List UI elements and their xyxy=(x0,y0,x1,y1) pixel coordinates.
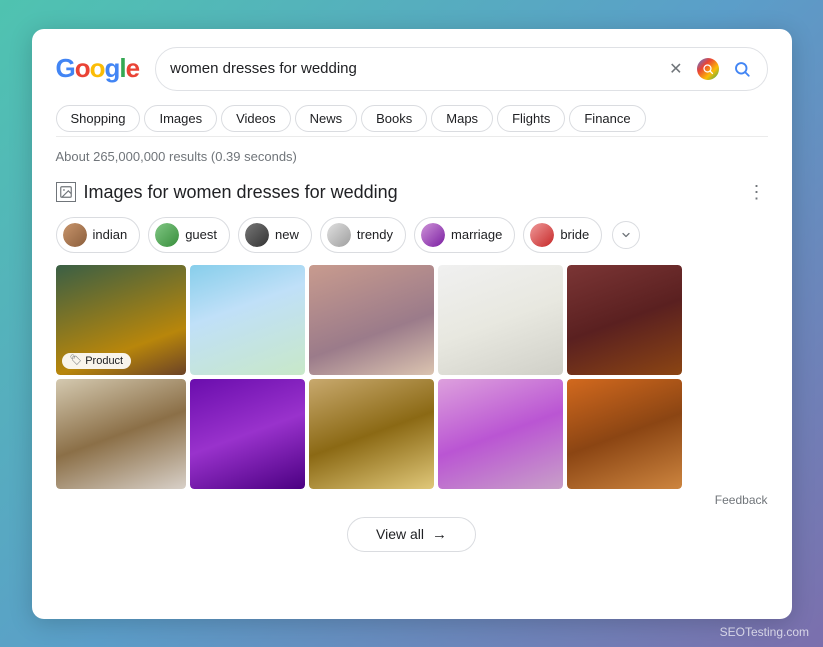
tab-books[interactable]: Books xyxy=(361,105,427,132)
search-input[interactable] xyxy=(170,60,659,77)
chips-expand-button[interactable] xyxy=(612,221,640,249)
tab-finance[interactable]: Finance xyxy=(569,105,645,132)
chip-guest[interactable]: guest xyxy=(148,217,230,253)
lens-icon xyxy=(697,58,719,80)
chip-trendy-avatar xyxy=(327,223,351,247)
images-section: Images for women dresses for wedding ⋮ i… xyxy=(56,180,768,552)
image-thumb-3[interactable] xyxy=(309,265,434,375)
chip-indian[interactable]: indian xyxy=(56,217,141,253)
product-badge-text: Product xyxy=(85,355,123,367)
chip-marriage-avatar xyxy=(421,223,445,247)
tab-shopping[interactable]: Shopping xyxy=(56,105,141,132)
chip-bride-avatar xyxy=(530,223,554,247)
chip-new-label: new xyxy=(275,227,299,242)
top-row: Google ✕ xyxy=(56,47,768,91)
tab-videos[interactable]: Videos xyxy=(221,105,291,132)
images-section-icon xyxy=(56,182,76,202)
chip-indian-label: indian xyxy=(93,227,128,242)
watermark: SEOTesting.com xyxy=(720,625,809,639)
chip-trendy-label: trendy xyxy=(357,227,393,242)
chip-guest-label: guest xyxy=(185,227,217,242)
image-thumb-5[interactable] xyxy=(567,265,682,375)
images-header: Images for women dresses for wedding ⋮ xyxy=(56,180,768,205)
search-content: About 265,000,000 results (0.39 seconds)… xyxy=(32,137,792,619)
chip-marriage[interactable]: marriage xyxy=(414,217,515,253)
results-count: About 265,000,000 results (0.39 seconds) xyxy=(56,149,768,164)
image-thumb-10[interactable] xyxy=(567,379,682,489)
tab-images[interactable]: Images xyxy=(144,105,217,132)
chip-indian-avatar xyxy=(63,223,87,247)
arrow-right-icon: → xyxy=(432,526,447,543)
view-all-label: View all xyxy=(376,526,424,542)
search-submit-button[interactable] xyxy=(731,58,753,80)
filter-chips-row: indian guest new xyxy=(56,217,768,253)
search-tabs: Shopping Images Videos News Books Maps F… xyxy=(56,105,768,137)
chip-marriage-label: marriage xyxy=(451,227,502,242)
image-thumb-8[interactable] xyxy=(309,379,434,489)
clear-button[interactable]: ✕ xyxy=(667,57,684,81)
image-row-1: 🏷 Product xyxy=(56,265,768,375)
image-thumb-9[interactable] xyxy=(438,379,563,489)
close-icon: ✕ xyxy=(669,59,682,79)
lens-button[interactable] xyxy=(695,56,721,82)
google-logo: Google xyxy=(56,53,140,84)
product-badge: 🏷 Product xyxy=(62,353,132,369)
image-thumb-4[interactable] xyxy=(438,265,563,375)
image-row-2 xyxy=(56,379,768,489)
image-thumb-2[interactable] xyxy=(190,265,305,375)
chip-new-avatar xyxy=(245,223,269,247)
chip-new[interactable]: new xyxy=(238,217,312,253)
feedback-label: Feedback xyxy=(715,493,768,507)
view-all-row: View all → xyxy=(56,517,768,552)
images-section-title: Images for women dresses for wedding xyxy=(84,182,398,203)
chip-trendy[interactable]: trendy xyxy=(320,217,406,253)
more-options-button[interactable]: ⋮ xyxy=(746,180,768,205)
image-thumb-7[interactable] xyxy=(190,379,305,489)
chip-bride[interactable]: bride xyxy=(523,217,602,253)
feedback-row: Feedback xyxy=(56,493,768,507)
product-badge-icon: 🏷 xyxy=(70,355,83,366)
chip-guest-avatar xyxy=(155,223,179,247)
tab-news[interactable]: News xyxy=(295,105,358,132)
image-thumb-1[interactable]: 🏷 Product xyxy=(56,265,186,375)
chip-bride-label: bride xyxy=(560,227,589,242)
search-icons: ✕ xyxy=(667,56,752,82)
view-all-button[interactable]: View all → xyxy=(347,517,476,552)
header: Google ✕ xyxy=(32,29,792,137)
search-bar: ✕ xyxy=(155,47,767,91)
tab-flights[interactable]: Flights xyxy=(497,105,565,132)
main-window: Google ✕ xyxy=(32,29,792,619)
tab-maps[interactable]: Maps xyxy=(431,105,493,132)
image-thumb-6[interactable] xyxy=(56,379,186,489)
